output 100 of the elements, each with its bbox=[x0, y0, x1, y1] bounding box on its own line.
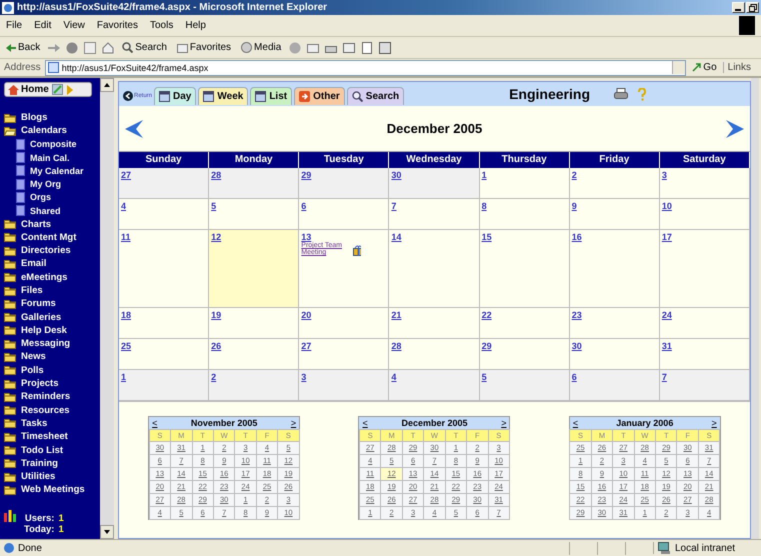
menu-item[interactable]: Help bbox=[185, 20, 206, 31]
menu-item[interactable]: File bbox=[6, 20, 22, 31]
day-link[interactable]: 7 bbox=[662, 372, 667, 382]
media-button[interactable]: Media bbox=[239, 41, 284, 54]
previous-month-link[interactable]: < bbox=[572, 418, 578, 428]
day-cell[interactable]: 14 bbox=[389, 230, 480, 308]
day-link[interactable]: 25 bbox=[121, 341, 132, 351]
day-cell[interactable]: 2 bbox=[209, 370, 300, 401]
day-link[interactable]: 5 bbox=[482, 372, 487, 382]
day-cell[interactable]: 4 bbox=[389, 370, 480, 401]
day-cell[interactable]: 30 bbox=[389, 168, 480, 199]
day-link[interactable]: 3 bbox=[662, 170, 667, 180]
day-cell[interactable]: 23 bbox=[570, 308, 660, 339]
next-month-link[interactable]: > bbox=[712, 418, 717, 428]
day-cell[interactable]: 6 bbox=[570, 370, 660, 401]
day-link[interactable]: 4 bbox=[391, 372, 396, 382]
scrollbar[interactable] bbox=[100, 78, 114, 539]
day-link[interactable]: 1 bbox=[482, 170, 487, 180]
home-button[interactable]: Home bbox=[8, 84, 49, 95]
nav-item[interactable]: Directories bbox=[4, 244, 100, 258]
day-cell[interactable]: 17 bbox=[660, 230, 750, 308]
nav-subitem[interactable]: Shared bbox=[4, 204, 100, 218]
day-cell[interactable]: 11 bbox=[119, 230, 210, 308]
search-button[interactable]: Search bbox=[120, 41, 169, 54]
nav-item[interactable]: Galleries bbox=[4, 310, 100, 324]
address-field[interactable]: http://asus1/FoxSuite42/frame4.aspx bbox=[44, 60, 686, 76]
day-cell[interactable]: 3 bbox=[660, 168, 750, 199]
day-cell[interactable]: 29 bbox=[480, 339, 570, 370]
day-link[interactable]: 15 bbox=[482, 232, 492, 242]
nav-subitem[interactable]: Main Cal. bbox=[4, 150, 100, 164]
day-link[interactable]: 16 bbox=[572, 232, 582, 242]
day-link[interactable]: 31 bbox=[662, 341, 672, 351]
day-link[interactable]: 26 bbox=[211, 341, 222, 351]
nav-item[interactable]: Web Meetings bbox=[4, 483, 100, 497]
day-cell[interactable]: 20 bbox=[299, 308, 390, 339]
day-cell[interactable]: 24 bbox=[660, 308, 750, 339]
day-cell[interactable]: 28 bbox=[209, 168, 300, 199]
day-cell[interactable]: 28 bbox=[389, 339, 480, 370]
nav-item[interactable]: eMeetings bbox=[4, 270, 100, 284]
day-cell[interactable]: 27 bbox=[299, 339, 390, 370]
next-arrow-icon[interactable] bbox=[726, 120, 744, 138]
nav-item[interactable]: Todo List bbox=[4, 443, 100, 457]
day-link[interactable]: 17 bbox=[662, 232, 672, 242]
day-link[interactable]: 9 bbox=[572, 201, 577, 211]
previous-month-link[interactable]: < bbox=[362, 418, 368, 428]
day-cell[interactable]: 12 bbox=[209, 230, 300, 308]
nav-item[interactable]: Polls bbox=[4, 364, 100, 377]
day-cell[interactable]: 8 bbox=[480, 199, 570, 230]
menu-item[interactable]: Tools bbox=[150, 20, 174, 31]
nav-item[interactable]: Blogs bbox=[4, 111, 100, 124]
day-link[interactable]: 14 bbox=[391, 232, 402, 242]
day-cell[interactable]: 16 bbox=[570, 230, 660, 308]
view-tab[interactable]: Day bbox=[154, 87, 196, 105]
day-cell[interactable]: 29 bbox=[299, 168, 390, 199]
nav-item[interactable]: Training bbox=[4, 456, 100, 470]
day-cell[interactable]: 4 bbox=[119, 199, 210, 230]
scroll-down-icon[interactable] bbox=[100, 525, 114, 539]
maximize-button[interactable] bbox=[746, 2, 759, 13]
nav-item[interactable]: Timesheet bbox=[4, 430, 100, 444]
day-link[interactable]: 19 bbox=[211, 310, 222, 320]
day-cell[interactable]: 1 bbox=[480, 168, 570, 199]
day-link[interactable]: 10 bbox=[662, 201, 672, 211]
nav-subitem[interactable]: My Calendar bbox=[4, 164, 100, 178]
day-link[interactable]: 8 bbox=[482, 201, 487, 211]
nav-item[interactable]: Utilities bbox=[4, 470, 100, 484]
menu-item[interactable]: Edit bbox=[34, 20, 52, 31]
home-icon[interactable] bbox=[102, 42, 114, 54]
day-link[interactable]: 18 bbox=[121, 310, 132, 320]
previous-month-link[interactable]: < bbox=[152, 418, 158, 428]
nav-item[interactable]: Tasks bbox=[4, 416, 100, 430]
day-link[interactable]: 5 bbox=[211, 201, 216, 211]
day-cell[interactable]: 9 bbox=[570, 199, 660, 230]
day-cell[interactable]: 5 bbox=[480, 370, 570, 401]
favorites-button[interactable]: Favorites bbox=[174, 41, 234, 54]
nav-item[interactable]: Files bbox=[4, 284, 100, 298]
day-cell[interactable]: 21 bbox=[389, 308, 480, 339]
nav-item[interactable]: Email bbox=[4, 257, 100, 271]
day-cell[interactable]: 3 bbox=[299, 370, 390, 401]
day-cell[interactable]: 1 bbox=[119, 370, 210, 401]
day-cell[interactable]: 10 bbox=[660, 199, 750, 230]
day-link[interactable]: 2 bbox=[211, 372, 216, 382]
day-link[interactable]: 21 bbox=[391, 310, 402, 320]
day-cell[interactable]: 31 bbox=[660, 339, 750, 370]
nav-item[interactable]: Reminders bbox=[4, 390, 100, 404]
nav-item[interactable]: Content Mgt bbox=[4, 230, 100, 244]
nav-item[interactable]: News bbox=[4, 350, 100, 364]
nav-subitem[interactable]: My Org bbox=[4, 177, 100, 191]
day-cell[interactable]: 15 bbox=[480, 230, 570, 308]
menu-item[interactable]: Favorites bbox=[96, 20, 138, 31]
next-month-link[interactable]: > bbox=[290, 418, 296, 428]
nav-item[interactable]: Messaging bbox=[4, 337, 100, 350]
day-link[interactable]: 7 bbox=[391, 201, 396, 211]
scrollbar[interactable] bbox=[751, 78, 759, 539]
day-link[interactable]: 27 bbox=[121, 170, 132, 180]
scroll-up-icon[interactable] bbox=[100, 78, 114, 92]
day-link[interactable]: 22 bbox=[482, 310, 492, 320]
day-link[interactable]: 30 bbox=[391, 170, 402, 180]
day-cell[interactable]: 6 bbox=[299, 199, 390, 230]
day-link[interactable]: 1 bbox=[121, 372, 126, 382]
day-link[interactable]: 29 bbox=[482, 341, 492, 351]
